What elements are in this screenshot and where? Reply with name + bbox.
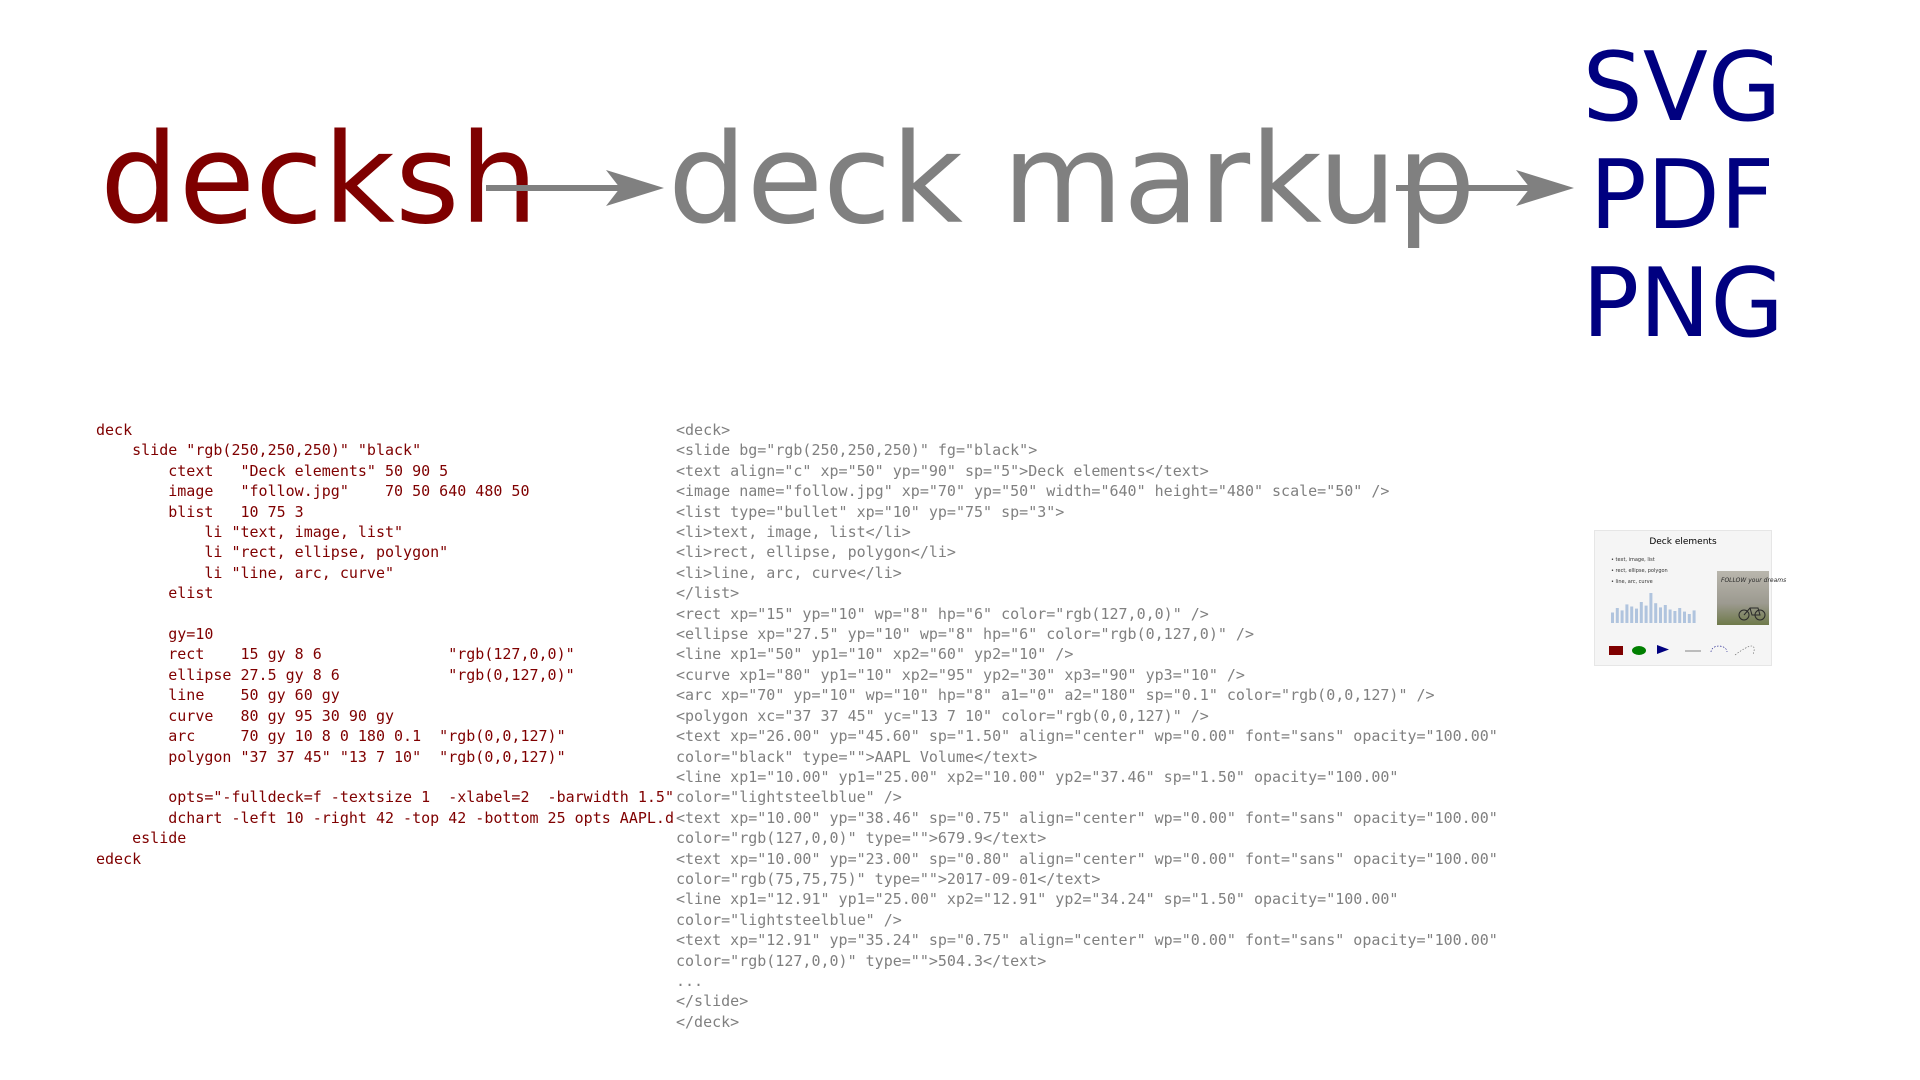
decksh-code-line: li "line, arc, curve" xyxy=(204,563,395,582)
thumbnail-shapes xyxy=(1609,645,1755,656)
decksh-code-line: blist 10 75 3 xyxy=(168,502,304,521)
decksh-title: decksh xyxy=(100,108,539,252)
decksh-code-line: line 50 gy 60 gy xyxy=(168,686,340,705)
markup-code-line: <curve xp1="80" yp1="10" xp2="95" yp2="3… xyxy=(676,665,1245,684)
bicycle-icon xyxy=(1738,607,1766,621)
thumbnail-bar xyxy=(1668,609,1672,623)
markup-code-line: <text align="c" xp="50" yp="90" sp="5">D… xyxy=(676,461,1209,480)
markup-code-line: <rect xp="15" yp="10" wp="8" hp="6" colo… xyxy=(676,604,1209,623)
decksh-code-line: edeck xyxy=(96,849,142,868)
markup-code-line: <deck> xyxy=(676,421,731,439)
decksh-code-line: polygon "37 37 45" "13 7 10" "rgb(0,0,12… xyxy=(168,747,566,766)
deck-markup-code: <deck> <slide bg="rgb(250,250,250)" fg="… xyxy=(676,420,1498,1032)
markup-code-line: <image name="follow.jpg" xp="70" yp="50"… xyxy=(676,482,1390,501)
thumbnail-list-item: rect, ellipse, polygon xyxy=(1611,566,1668,577)
decksh-source-code: deck slide "rgb(250,250,250)" "black" ct… xyxy=(96,420,674,869)
markup-code-line: <li>text, image, list</li> xyxy=(676,523,911,542)
format-pdf: PDF xyxy=(1589,141,1775,251)
markup-code-line: color="lightsteelblue" /> xyxy=(676,910,902,929)
decksh-code-line: deck xyxy=(96,421,133,439)
decksh-code-line: dchart -left 10 -right 42 -top 42 -botto… xyxy=(168,808,674,827)
thumbnail-bar xyxy=(1692,610,1696,623)
decksh-code-line: elist xyxy=(168,584,214,603)
rect-shape xyxy=(1609,646,1623,655)
thumbnail-bar xyxy=(1654,603,1658,623)
arrow-icon xyxy=(1396,170,1574,206)
markup-code-line: <line xp1="10.00" yp1="25.00" xp2="10.00… xyxy=(676,767,1399,786)
markup-code-line: color="lightsteelblue" /> xyxy=(676,788,902,807)
thumbnail-bar xyxy=(1620,610,1624,623)
thumbnail-list: text, image, list rect, ellipse, polygon… xyxy=(1611,555,1668,588)
markup-code-line: color="rgb(127,0,0)" type="">504.3</text… xyxy=(676,951,1047,970)
thumbnail-bar-chart xyxy=(1611,593,1696,623)
markup-code-line: ... xyxy=(676,971,704,990)
thumbnail-title: Deck elements xyxy=(1649,537,1717,547)
decksh-code-line: rect 15 gy 8 6 "rgb(127,0,0)" xyxy=(168,645,575,664)
thumbnail-photo-caption: FOLLOW your dreams xyxy=(1721,577,1787,584)
deck-markup-title: deck markup xyxy=(668,108,1476,252)
thumbnail-bar xyxy=(1663,605,1667,623)
markup-code-line: <arc xp="70" yp="10" wp="10" hp="8" a1="… xyxy=(676,686,1435,705)
slide-thumbnail: Deck elements text, image, list rect, el… xyxy=(1594,530,1786,666)
polygon-shape xyxy=(1657,645,1669,654)
markup-code-line: color="rgb(127,0,0)" type="">679.9</text… xyxy=(676,829,1047,848)
decksh-code-line: ellipse 27.5 gy 8 6 "rgb(0,127,0)" xyxy=(168,665,575,684)
thumbnail-list-item: line, arc, curve xyxy=(1611,577,1668,588)
markup-code-line: <text xp="10.00" yp="38.46" sp="0.75" al… xyxy=(676,808,1498,827)
thumbnail-photo: FOLLOW your dreams xyxy=(1717,571,1786,625)
arrow-icon xyxy=(486,170,664,206)
curve-shape xyxy=(1734,645,1755,656)
thumbnail-bar xyxy=(1659,607,1662,623)
markup-code-line: <text xp="12.91" yp="35.24" sp="0.75" al… xyxy=(676,931,1498,950)
markup-code-line: </slide> xyxy=(676,992,749,1011)
decksh-code-line: gy=10 xyxy=(168,625,214,644)
markup-code-line: </deck> xyxy=(676,1012,740,1031)
thumbnail-bar xyxy=(1678,608,1682,623)
markup-code-line: color="black" type="">AAPL Volume</text> xyxy=(676,747,1038,766)
markup-code-line: </list> xyxy=(676,584,740,603)
decksh-code-line: li "text, image, list" xyxy=(204,523,404,542)
decksh-code-line: curve 80 gy 95 30 90 gy xyxy=(168,706,395,725)
thumbnail-bar xyxy=(1644,605,1648,623)
thumbnail-bar xyxy=(1639,602,1643,623)
thumbnail-bar xyxy=(1625,604,1629,623)
ellipse-shape xyxy=(1632,646,1646,655)
arc-shape xyxy=(1710,645,1728,653)
thumbnail-bar xyxy=(1630,606,1634,623)
markup-code-line: color="rgb(75,75,75)" type="">2017-09-01… xyxy=(676,869,1101,888)
markup-code-line: <polygon xc="37 37 45" yc="13 7 10" colo… xyxy=(676,706,1209,725)
thumbnail-bar xyxy=(1611,612,1614,623)
thumbnail-bar xyxy=(1649,593,1653,623)
decksh-code-line: eslide xyxy=(132,829,187,848)
thumbnail-bar xyxy=(1635,608,1638,623)
markup-code-line: <list type="bullet" xp="10" yp="75" sp="… xyxy=(676,502,1065,521)
format-png: PNG xyxy=(1582,249,1784,359)
markup-code-line: <text xp="10.00" yp="23.00" sp="0.80" al… xyxy=(676,849,1498,868)
decksh-code-line: opts="-fulldeck=f -textsize 1 -xlabel=2 … xyxy=(168,788,674,807)
thumbnail-bar xyxy=(1615,608,1619,623)
markup-code-line: <li>rect, ellipse, polygon</li> xyxy=(676,543,956,562)
format-svg: SVG xyxy=(1582,33,1782,143)
decksh-code-line: ctext "Deck elements" 50 90 5 xyxy=(168,461,449,480)
output-formats: SVG PDF PNG xyxy=(1582,33,1784,359)
thumbnail-list-item: text, image, list xyxy=(1611,555,1668,566)
decksh-code-line: slide "rgb(250,250,250)" "black" xyxy=(132,441,422,460)
markup-code-line: <slide bg="rgb(250,250,250)" fg="black"> xyxy=(676,441,1038,460)
thumbnail-bar xyxy=(1683,611,1686,623)
thumbnail-bar xyxy=(1687,614,1691,623)
thumbnail-bar xyxy=(1673,611,1677,623)
markup-code-line: <line xp1="50" yp1="10" xp2="60" yp2="10… xyxy=(676,645,1074,664)
decksh-code-line: image "follow.jpg" 70 50 640 480 50 xyxy=(168,482,530,501)
decksh-code-line: li "rect, ellipse, polygon" xyxy=(204,543,449,562)
markup-code-line: <ellipse xp="27.5" yp="10" wp="8" hp="6"… xyxy=(676,625,1254,644)
markup-code-line: <li>line, arc, curve</li> xyxy=(676,563,902,582)
markup-code-line: <line xp1="12.91" yp1="25.00" xp2="12.91… xyxy=(676,890,1399,909)
markup-code-line: <text xp="26.00" yp="45.60" sp="1.50" al… xyxy=(676,727,1498,746)
decksh-code-line: arc 70 gy 10 8 0 180 0.1 "rgb(0,0,127)" xyxy=(168,727,566,746)
